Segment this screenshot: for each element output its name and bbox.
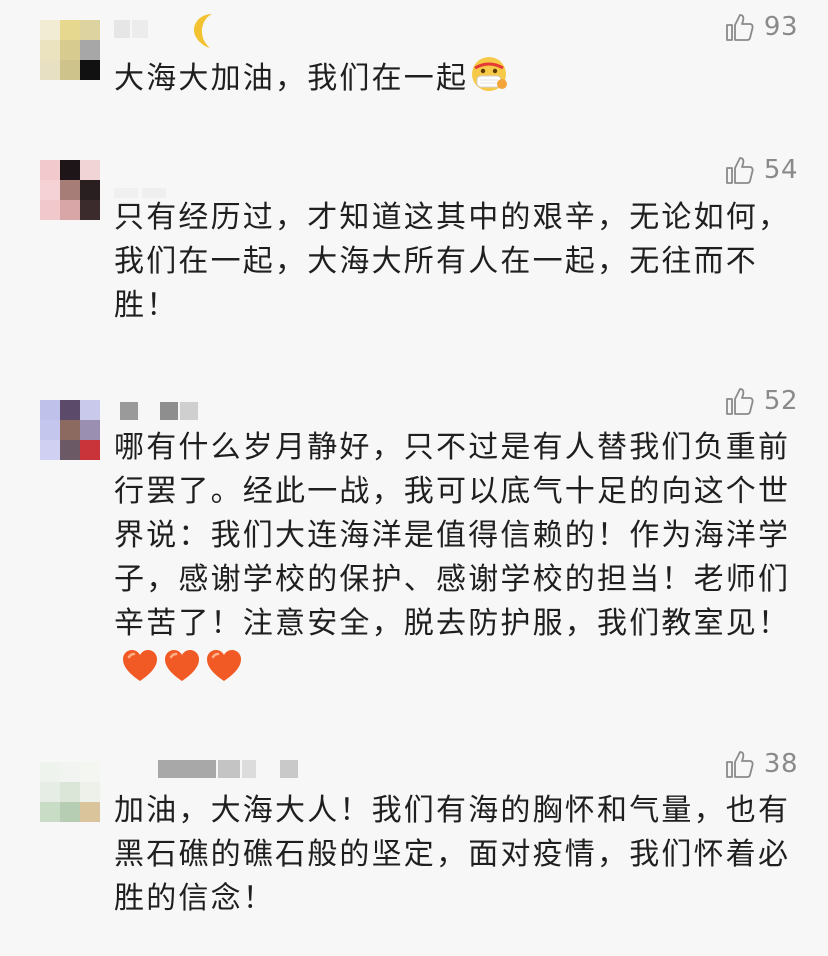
thumbs-up-icon (726, 388, 754, 415)
comment-text: 大海大加油，我们在一起 (114, 54, 804, 107)
like-count: 38 (763, 749, 798, 779)
like-count: 52 (763, 386, 798, 416)
avatar-blurred[interactable] (40, 400, 100, 460)
like-button[interactable]: 38 (724, 747, 798, 781)
thumbs-up-icon (726, 14, 754, 41)
avatar-blurred[interactable] (40, 160, 100, 220)
comment-text: 加油，大海大人！我们有海的胸怀和气量，也有黑石礁的礁石般的坚定，面对疫情，我们怀… (114, 793, 791, 916)
like-button[interactable]: 93 (724, 10, 798, 44)
comment-text: 哪有什么岁月静好，只不过是有人替我们负重前行罢了。经此一战，我可以底气十足的向这… (114, 426, 804, 696)
like-button[interactable]: 52 (724, 384, 798, 418)
thumbs-up-icon (726, 751, 754, 778)
crescent-moon-icon (194, 14, 212, 48)
avatar-blurred[interactable] (40, 762, 100, 822)
orange-heart-emoji-group (122, 649, 248, 696)
orange-heart-icon (123, 650, 157, 681)
username-blurred[interactable] (114, 14, 234, 48)
comment-body: 大海大加油，我们在一起 (114, 61, 469, 96)
username-blurred[interactable] (114, 402, 204, 422)
mask-face-emoji (468, 54, 510, 107)
avatar-blurred[interactable] (40, 20, 100, 80)
orange-heart-icon (165, 650, 199, 681)
comment-text: 只有经历过，才知道这其中的艰辛，无论如何，我们在一起，大海大所有人在一起，无往而… (114, 200, 791, 323)
username-blurred[interactable] (114, 760, 304, 780)
like-count: 54 (763, 155, 798, 185)
like-count: 93 (763, 12, 798, 42)
thumbs-up-icon (726, 157, 754, 184)
orange-heart-icon (207, 650, 241, 681)
like-button[interactable]: 54 (724, 153, 798, 187)
comment-body: 哪有什么岁月静好，只不过是有人替我们负重前行罢了。经此一战，我可以底气十足的向这… (114, 430, 791, 641)
